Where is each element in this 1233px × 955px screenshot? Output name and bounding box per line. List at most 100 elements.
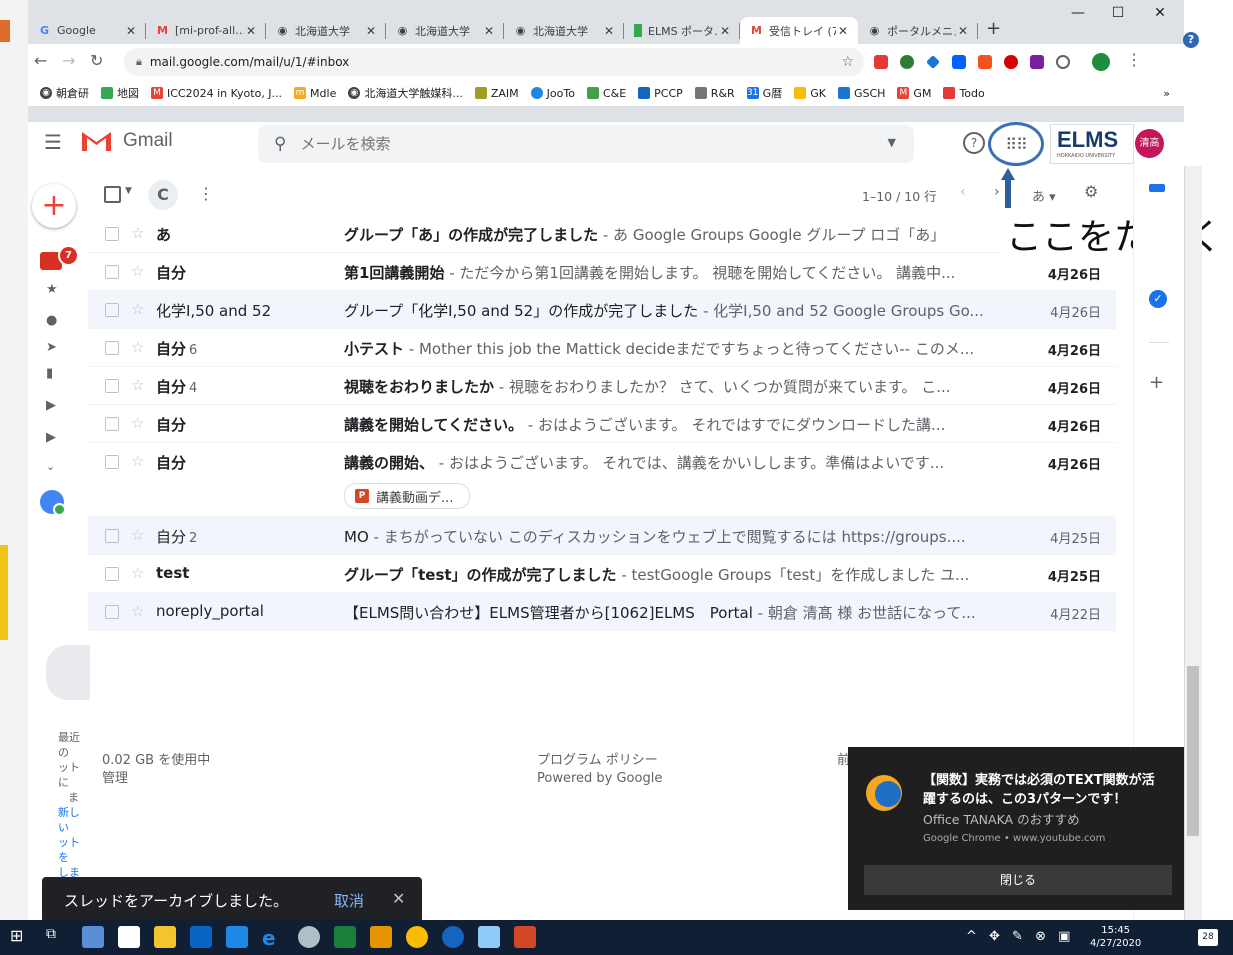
row-checkbox[interactable] [105, 227, 119, 241]
elms-logo[interactable]: ELMS HOKKAIDO UNIVERSITY [1050, 124, 1134, 164]
extension-icon[interactable] [1056, 55, 1070, 69]
row-checkbox[interactable] [105, 605, 119, 619]
bookmark-star-icon[interactable]: ☆ [841, 54, 854, 70]
tab-hokudai-2[interactable]: ◉ 北海道大学 ✕ [386, 17, 504, 44]
email-row[interactable]: ☆ 自分 第1回講義開始 - ただ今から第1回講義を開始します。 視聴を開始して… [88, 253, 1116, 291]
tab-inbox[interactable]: M 受信トレイ (7… ✕ [740, 17, 858, 44]
store-icon[interactable] [118, 926, 140, 948]
compose-button[interactable]: + [32, 184, 76, 228]
mail-app-icon[interactable] [226, 926, 248, 948]
bookmark-item[interactable]: GK [794, 87, 826, 100]
windows-start-icon[interactable]: ⊞ [10, 926, 32, 948]
more-actions-icon[interactable]: ⋮ [198, 184, 214, 203]
close-icon[interactable]: ✕ [392, 889, 405, 908]
row-checkbox[interactable] [105, 455, 119, 469]
select-all-checkbox[interactable] [104, 186, 121, 203]
row-checkbox[interactable] [105, 265, 119, 279]
tab-hokudai-1[interactable]: ◉ 北海道大学 ✕ [266, 17, 386, 44]
taskbar-app-icon[interactable] [82, 926, 104, 948]
add-addon-icon[interactable]: + [1149, 372, 1164, 393]
starred-icon[interactable]: ★ [46, 282, 58, 297]
star-icon[interactable]: ☆ [131, 262, 144, 280]
powerpoint-icon[interactable] [514, 926, 536, 948]
address-bar[interactable]: 🔒︎ mail.google.com/mail/u/1/#inbox ☆ [124, 48, 864, 76]
email-row[interactable]: ☆ 自分 講義を開始してください。 - おはようございます。 それではすでにダウ… [88, 405, 1116, 443]
close-tab-icon[interactable]: ✕ [718, 24, 732, 38]
slack-icon[interactable] [370, 926, 392, 948]
star-icon[interactable]: ☆ [131, 564, 144, 582]
email-row[interactable]: ☆ 自分 2 MO - まちがっていない このディスカッションをウェブ上で閲覧する… [88, 517, 1116, 555]
star-icon[interactable]: ☆ [131, 602, 144, 620]
more-chevron-icon[interactable]: ⌄ [46, 460, 55, 473]
chrome-menu-icon[interactable]: ⋮ [1126, 50, 1142, 69]
scrollbar-thumb[interactable] [1187, 666, 1199, 836]
email-row[interactable]: ☆ 化学I,50 and 52 グループ「化学I,50 and 52」の作成が完… [88, 291, 1116, 329]
close-window-button[interactable]: ✕ [1140, 5, 1180, 27]
star-icon[interactable]: ☆ [131, 338, 144, 356]
email-row[interactable]: ☆ test グループ「test」の作成が完了しました - testGoogle… [88, 555, 1116, 593]
label-icon[interactable]: ▶ [46, 398, 56, 413]
close-tab-icon[interactable]: ✕ [364, 24, 378, 38]
bookmark-item[interactable]: PCCP [638, 87, 683, 100]
help-circle-icon[interactable]: ? [1183, 32, 1199, 48]
search-options-icon[interactable]: ▼ [888, 136, 896, 149]
bookmark-item[interactable]: M ICC2024 in Kyoto, J... [151, 87, 282, 100]
tab-elms-portal[interactable]: ELMS ポータ… ✕ [624, 17, 740, 44]
calendar-icon[interactable] [1149, 184, 1165, 192]
star-icon[interactable]: ☆ [131, 224, 144, 242]
refresh-button[interactable]: C [148, 180, 178, 210]
back-arrow-icon[interactable]: ← [34, 51, 47, 70]
row-checkbox[interactable] [105, 417, 119, 431]
system-tray[interactable]: ^ ✥ ✎ ⊗ ▣ [966, 929, 1074, 944]
taskbar-app-icon[interactable] [298, 926, 320, 948]
search-icon[interactable]: ⚲ [274, 134, 286, 154]
hangouts-bubble-icon[interactable] [46, 645, 90, 700]
manage-storage-link[interactable]: 管理 [102, 770, 210, 788]
bookmark-item[interactable]: GSCH [837, 87, 885, 100]
url-text[interactable]: mail.google.com/mail/u/1/#inbox [150, 55, 349, 69]
row-checkbox[interactable] [105, 379, 119, 393]
bookmark-item[interactable]: 31 G暦 [746, 85, 782, 101]
bookmark-item[interactable]: R&R [694, 87, 735, 100]
search-input[interactable] [298, 134, 843, 154]
close-tab-icon[interactable]: ✕ [124, 24, 138, 38]
account-avatar[interactable]: 清高 [1135, 129, 1164, 158]
close-tab-icon[interactable]: ✕ [482, 24, 496, 38]
close-tab-icon[interactable]: ✕ [244, 24, 258, 38]
bookmark-item[interactable]: JooTo [530, 87, 575, 100]
row-checkbox[interactable] [105, 341, 119, 355]
hangouts-avatar-icon[interactable] [40, 490, 66, 516]
label-icon[interactable]: ▶ [46, 430, 56, 445]
star-icon[interactable]: ☆ [131, 452, 144, 470]
star-icon[interactable]: ☆ [131, 526, 144, 544]
bookmark-item[interactable]: m Mdle [294, 87, 336, 100]
extension-icon[interactable] [926, 55, 940, 69]
extension-icon[interactable] [874, 55, 888, 69]
email-row[interactable]: ☆ 自分 講義の開始、 - おはようございます。 それでは、講義をかいしします。… [88, 443, 1116, 517]
star-icon[interactable]: ☆ [131, 300, 144, 318]
previous-page-icon[interactable]: ‹ [960, 184, 966, 200]
star-icon[interactable]: ☆ [131, 414, 144, 432]
tasks-icon[interactable]: ✓ [1149, 290, 1167, 308]
google-apps-button[interactable]: ⠿⠿ [988, 122, 1044, 166]
email-row[interactable]: ☆ 自分 6 小テスト - Mother this job the Mattick… [88, 329, 1116, 367]
row-checkbox[interactable] [105, 529, 119, 543]
drafts-icon[interactable]: ▮ [46, 366, 53, 381]
edge-icon[interactable]: e [262, 926, 284, 950]
minimize-button[interactable]: — [1058, 5, 1098, 27]
extension-icon[interactable] [1004, 55, 1018, 69]
sent-icon[interactable]: ➤ [46, 340, 57, 355]
forward-arrow-icon[interactable]: → [62, 51, 75, 70]
email-row[interactable]: ☆ noreply_portal 【ELMS問い合わせ】ELMS管理者から[10… [88, 593, 1116, 631]
bookmark-item[interactable]: 地図 [101, 85, 139, 101]
star-icon[interactable]: ☆ [131, 376, 144, 394]
excel-icon[interactable] [334, 926, 356, 948]
task-view-icon[interactable]: ⧉ [46, 926, 68, 948]
action-center-icon[interactable]: 28 [1198, 929, 1218, 946]
extension-icon[interactable] [978, 55, 992, 69]
tab-google[interactable]: G Google ✕ [28, 17, 146, 44]
row-checkbox[interactable] [105, 303, 119, 317]
outlook-icon[interactable] [190, 926, 212, 948]
bookmark-item[interactable]: C&E [586, 87, 626, 100]
next-page-icon[interactable]: › [994, 184, 1000, 200]
